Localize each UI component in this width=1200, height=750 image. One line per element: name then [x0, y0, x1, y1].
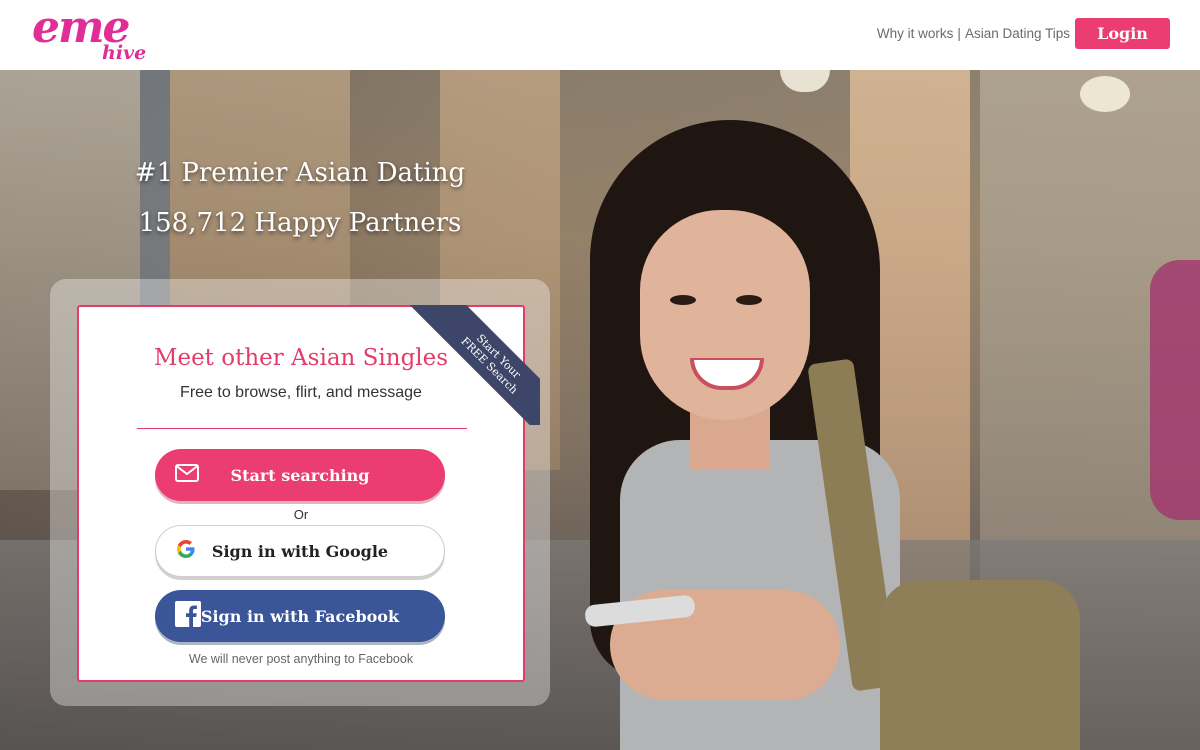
- google-signin-label: Sign in with Google: [211, 541, 389, 561]
- emehive-logo[interactable]: eme hive: [30, 2, 150, 66]
- or-separator: Or: [293, 507, 309, 522]
- login-button[interactable]: Login: [1075, 18, 1170, 49]
- hero-headline: #1 Premier Asian Dating: [134, 158, 466, 188]
- envelope-icon: [175, 464, 199, 486]
- start-searching-label: Start searching: [230, 465, 370, 485]
- facebook-signin-button[interactable]: Sign in with Facebook: [155, 590, 445, 642]
- top-nav: Why it works | Asian Dating Tips: [877, 26, 1070, 41]
- facebook-signin-label: Sign in with Facebook: [200, 606, 400, 626]
- woman-photo: [540, 110, 1100, 750]
- start-searching-button[interactable]: Start searching: [155, 449, 445, 501]
- card-title: Meet other Asian Singles: [153, 345, 449, 371]
- card-divider: [137, 428, 467, 429]
- google-icon: [176, 539, 196, 563]
- card-subtitle: Free to browse, flirt, and message: [180, 384, 422, 401]
- nav-link-why-it-works[interactable]: Why it works: [877, 26, 954, 41]
- facebook-privacy-note: We will never post anything to Facebook: [188, 652, 414, 666]
- hero-partner-count: 158,712 Happy Partners: [138, 208, 462, 238]
- top-header: eme hive Why it works | Asian Dating Tips …: [0, 0, 1200, 70]
- nav-link-asian-dating-tips[interactable]: Asian Dating Tips: [965, 26, 1070, 41]
- logo-sub-text: hive: [102, 42, 147, 64]
- signup-card: Meet other Asian Singles Free to browse,…: [77, 305, 525, 682]
- nav-separator: |: [957, 26, 961, 41]
- google-signin-button[interactable]: Sign in with Google: [155, 525, 445, 577]
- facebook-icon: [175, 601, 201, 631]
